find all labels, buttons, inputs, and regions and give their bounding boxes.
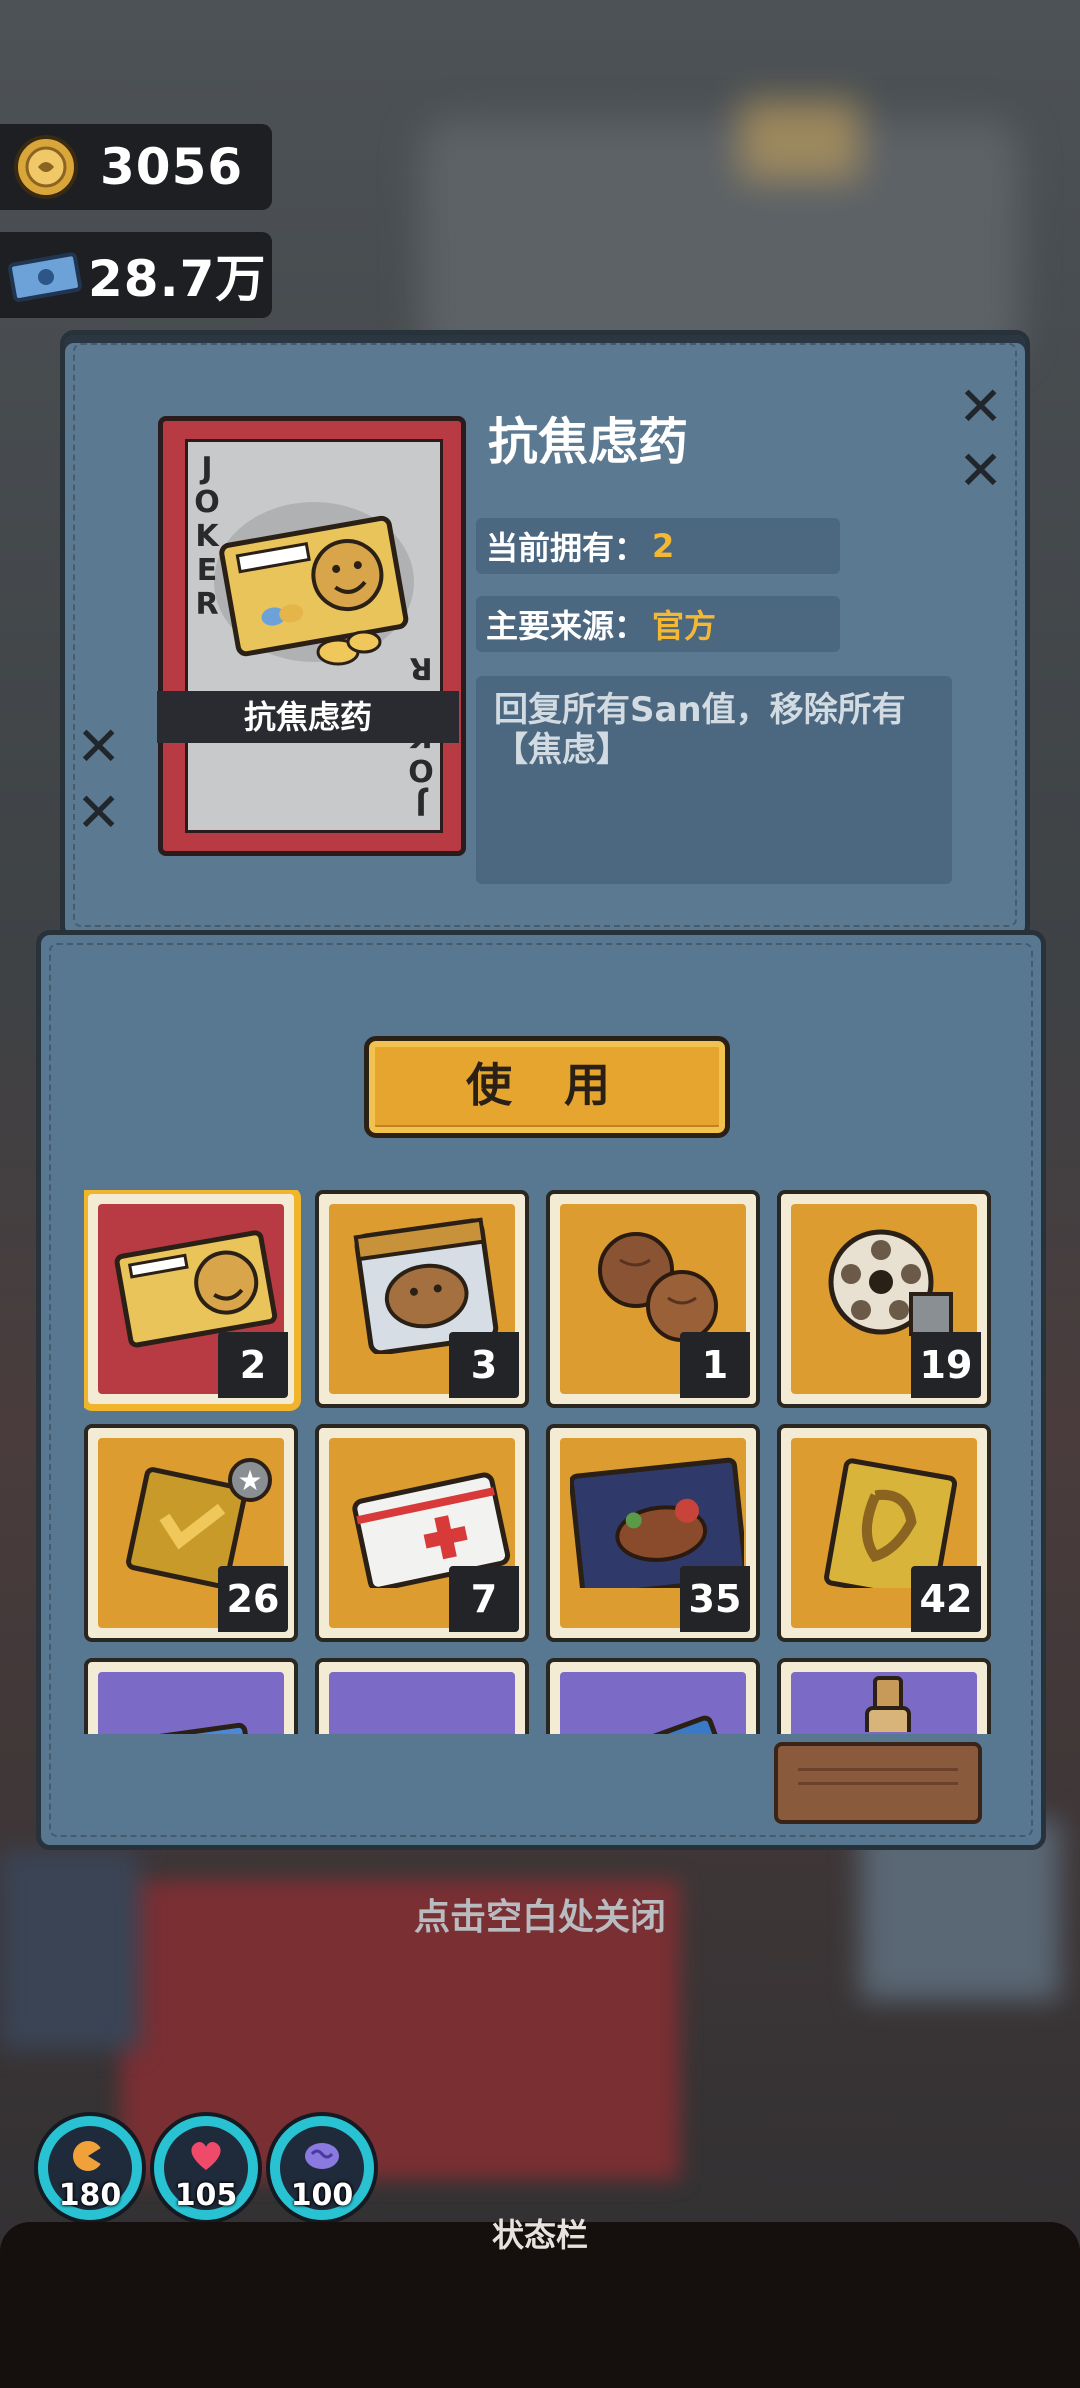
inventory-slot-2[interactable]: 3 bbox=[315, 1190, 529, 1408]
cash-counter: 28.7万 bbox=[0, 232, 272, 318]
inventory-slot-3[interactable]: 1 bbox=[546, 1190, 760, 1408]
slot-count: 3 bbox=[449, 1332, 519, 1398]
sanity-value: 100 bbox=[290, 2178, 354, 2213]
card-corner-text: JOKER bbox=[194, 451, 220, 622]
inventory-slot-4[interactable]: 19 bbox=[777, 1190, 991, 1408]
inventory-slot-9[interactable] bbox=[84, 1658, 298, 1734]
coin-counter: 3056 bbox=[0, 124, 272, 210]
slot-count: 1 bbox=[680, 1332, 750, 1398]
owned-value: 2 bbox=[652, 527, 675, 565]
decor-x-icon-2: ✕ bbox=[76, 781, 122, 844]
item-card: JOKER JOKER 抗焦虑药 bbox=[157, 416, 466, 856]
slot-count: 35 bbox=[680, 1566, 750, 1632]
owned-label: 当前拥有： bbox=[486, 529, 647, 567]
inventory-slot-12[interactable] bbox=[777, 1658, 991, 1734]
item-title: 抗焦虑药 bbox=[488, 413, 688, 471]
blue-ticket-icon bbox=[133, 1722, 253, 1734]
wood-plank-decor bbox=[774, 1742, 982, 1824]
inventory-grid: 2 3 1 19 ★ 26 7 35 42 bbox=[84, 1190, 996, 1734]
owned-row: 当前拥有： 2 bbox=[476, 518, 840, 574]
hunger-icon bbox=[70, 2138, 110, 2182]
bottle-icon bbox=[865, 1676, 911, 1732]
source-label: 主要来源： bbox=[486, 607, 647, 645]
card-face: JOKER JOKER bbox=[185, 439, 443, 833]
heart-icon bbox=[186, 2138, 226, 2182]
slot-count: 42 bbox=[911, 1566, 981, 1632]
hunger-stat[interactable]: 180 bbox=[34, 2112, 146, 2224]
inventory-slot-10[interactable] bbox=[315, 1658, 529, 1734]
card-label: 抗焦虑药 bbox=[157, 691, 459, 743]
inventory-slot-5[interactable]: ★ 26 bbox=[84, 1424, 298, 1642]
status-bar-label[interactable]: 状态栏 bbox=[0, 2210, 1080, 2256]
brain-icon bbox=[302, 2138, 342, 2182]
close-icon-2: ✕ bbox=[958, 439, 1004, 502]
inventory-slot-6[interactable]: 7 bbox=[315, 1424, 529, 1642]
slot-count: 19 bbox=[911, 1332, 981, 1398]
decor-x-icon: ✕ bbox=[76, 715, 122, 778]
slot-count: 2 bbox=[218, 1332, 288, 1398]
pill-card-art-icon bbox=[214, 502, 414, 666]
item-description: 回复所有San值，移除所有【焦虑】 bbox=[476, 676, 952, 884]
coin-icon bbox=[6, 127, 86, 207]
inventory-slot-11[interactable] bbox=[546, 1658, 760, 1734]
use-button[interactable]: 使 用 bbox=[364, 1036, 730, 1138]
cash-value: 28.7万 bbox=[88, 250, 267, 308]
inventory-slot-1[interactable]: 2 bbox=[84, 1190, 298, 1408]
blue-item-icon bbox=[339, 1712, 513, 1734]
inventory-slot-7[interactable]: 35 bbox=[546, 1424, 760, 1642]
sanity-stat[interactable]: 100 bbox=[266, 2112, 378, 2224]
inventory-slot-8[interactable]: 42 bbox=[777, 1424, 991, 1642]
hunger-value: 180 bbox=[58, 2178, 122, 2213]
close-hint[interactable]: 点击空白处关闭 bbox=[0, 1888, 1080, 1940]
svg-text:★: ★ bbox=[237, 1464, 262, 1497]
source-row: 主要来源： 官方 bbox=[476, 596, 840, 652]
coin-value: 3056 bbox=[100, 138, 244, 196]
close-icon[interactable]: ✕ bbox=[958, 380, 1003, 434]
blue-card-icon bbox=[613, 1715, 727, 1734]
banknote-icon bbox=[6, 235, 86, 315]
slot-count: 7 bbox=[449, 1566, 519, 1632]
health-value: 105 bbox=[174, 2178, 238, 2213]
source-value: 官方 bbox=[652, 607, 717, 645]
slot-count: 26 bbox=[218, 1566, 288, 1632]
health-stat[interactable]: 105 bbox=[150, 2112, 262, 2224]
